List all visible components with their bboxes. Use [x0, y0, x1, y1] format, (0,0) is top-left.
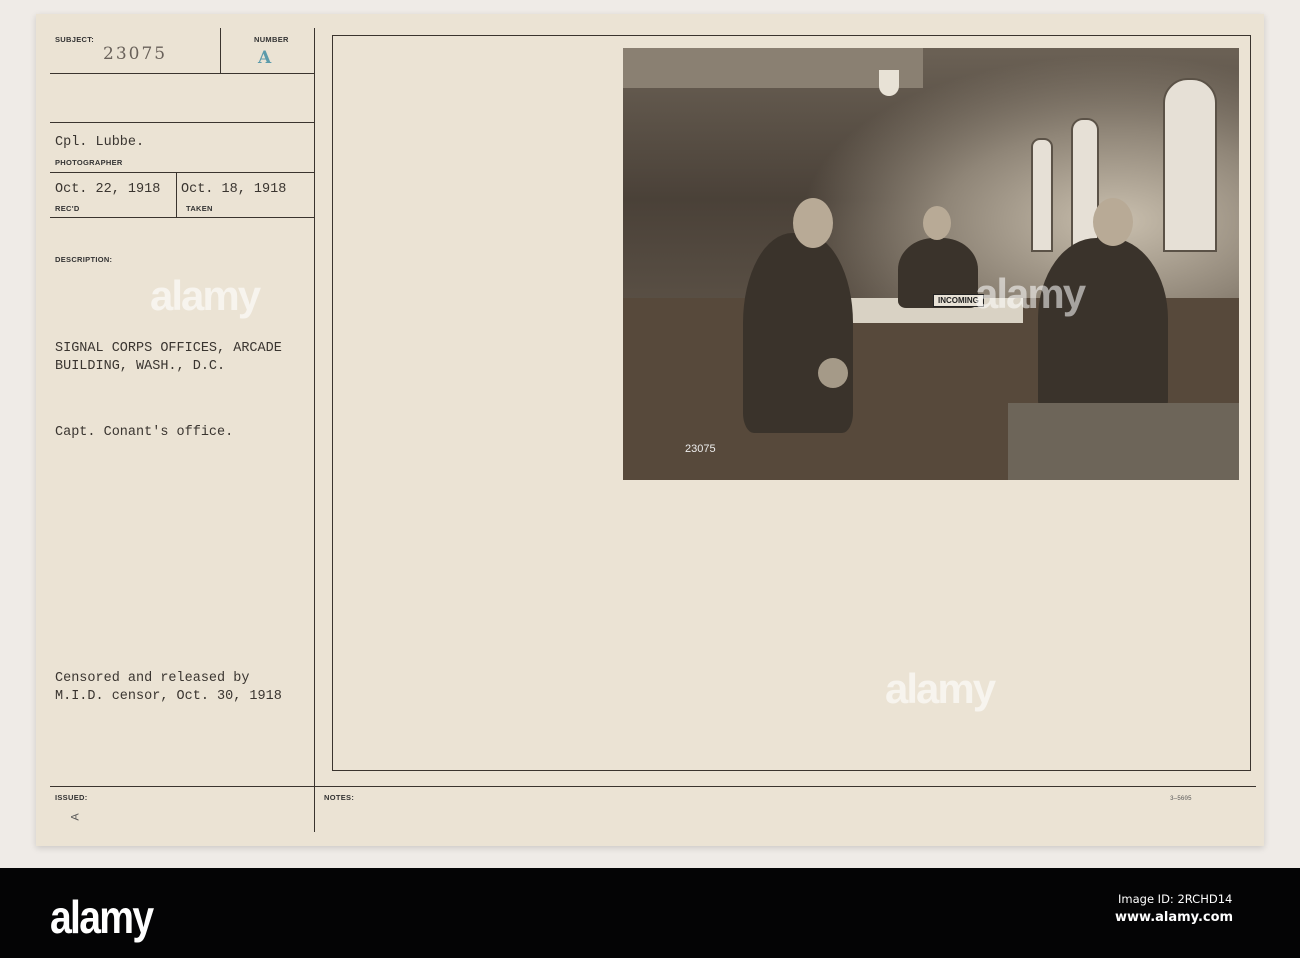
- office-note: Capt. Conant's office.: [55, 425, 234, 440]
- head: [793, 198, 833, 248]
- image-id: Image ID: 2RCHD14: [1118, 892, 1233, 906]
- taken-value: Oct. 18, 1918: [181, 182, 287, 197]
- divider: [50, 786, 1256, 787]
- censor-line-1: Censored and released by: [55, 671, 250, 686]
- issued-mark: A: [69, 813, 82, 821]
- subject-value: 23075: [103, 44, 168, 64]
- divider: [50, 73, 314, 74]
- ceiling-lamp: [879, 70, 899, 96]
- issued-label: ISSUED:: [55, 793, 88, 802]
- head: [923, 206, 951, 240]
- telephone: [818, 358, 848, 388]
- divider: [50, 217, 314, 218]
- footer-bar: alamy Image ID: 2RCHD14 www.alamy.com: [0, 868, 1300, 958]
- notes-label: NOTES:: [324, 793, 355, 802]
- photographer-label: PHOTOGRAPHER: [55, 158, 123, 167]
- alamy-logo: alamy: [50, 891, 154, 943]
- column-divider: [314, 28, 315, 832]
- divider: [176, 172, 177, 217]
- negative-number: 23075: [685, 443, 716, 455]
- received-value: Oct. 22, 1918: [55, 182, 161, 197]
- number-value: A: [258, 48, 272, 68]
- balcony: [623, 48, 923, 88]
- window: [1163, 78, 1217, 252]
- divider: [50, 122, 314, 123]
- office-photograph: INCOMING 23075: [623, 48, 1239, 480]
- description-label: DESCRIPTION:: [55, 255, 113, 264]
- subject-label: SUBJECT:: [55, 35, 95, 44]
- window: [1031, 138, 1053, 252]
- description-line-2: BUILDING, WASH., D.C.: [55, 359, 226, 374]
- number-label: NUMBER: [254, 35, 289, 44]
- taken-label: TAKEN: [186, 204, 213, 213]
- watermark: alamy: [150, 272, 261, 319]
- officer-smiling: [1038, 238, 1168, 418]
- watermark: alamy: [885, 665, 996, 712]
- received-label: REC'D: [55, 204, 80, 213]
- head: [1093, 198, 1133, 246]
- watermark: alamy: [975, 270, 1086, 317]
- photographer-value: Cpl. Lubbe.: [55, 135, 145, 150]
- man-reading: [743, 233, 853, 433]
- censor-line-2: M.I.D. censor, Oct. 30, 1918: [55, 689, 282, 704]
- description-line-1: SIGNAL CORPS OFFICES, ARCADE: [55, 341, 282, 356]
- paper-stack: [1008, 403, 1239, 480]
- form-number: 3—5605: [1170, 795, 1192, 802]
- divider: [220, 28, 221, 73]
- divider: [50, 172, 314, 173]
- site-url[interactable]: www.alamy.com: [1115, 910, 1233, 925]
